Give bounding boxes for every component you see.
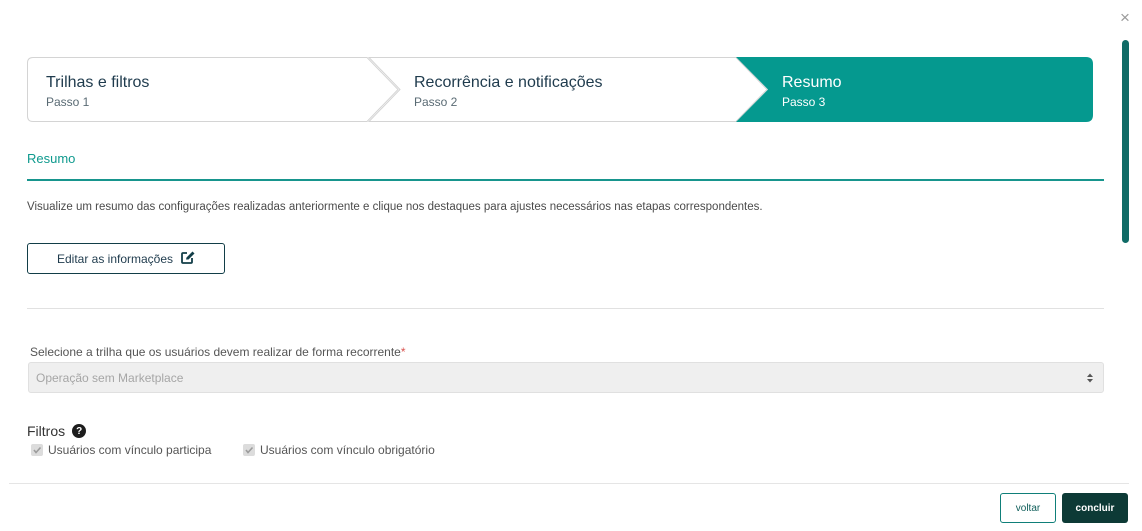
filter-option-label: Usuários com vínculo participa — [48, 443, 212, 457]
scrollbar[interactable] — [1122, 40, 1129, 243]
checkbox-checked-icon[interactable] — [243, 444, 255, 456]
stepper: Trilhas e filtros Passo 1 Recorrência e … — [27, 57, 1093, 122]
section-description: Visualize um resumo das configurações re… — [27, 201, 763, 213]
close-icon[interactable]: × — [1117, 9, 1133, 27]
step-1-subtitle: Passo 1 — [46, 95, 90, 109]
trail-select-label-text: Selecione a trilha que os usuários devem… — [30, 345, 401, 359]
edit-info-label: Editar as informações — [56, 251, 174, 266]
filter-option-participa[interactable]: Usuários com vínculo participa — [31, 443, 211, 457]
edit-icon — [181, 251, 195, 267]
back-button[interactable]: voltar — [1000, 493, 1056, 523]
step-2-title: Recorrência e notificações — [414, 74, 603, 91]
filter-option-label: Usuários com vínculo obrigatório — [260, 443, 435, 457]
trail-select[interactable]: Operação sem Marketplace — [28, 362, 1104, 393]
step-1-title: Trilhas e filtros — [46, 74, 150, 91]
section-title: Resumo — [27, 151, 76, 166]
step-3-subtitle: Passo 3 — [782, 95, 826, 109]
step-3-title: Resumo — [782, 74, 842, 91]
trail-select-value: Operação sem Marketplace — [36, 371, 184, 385]
required-mark: * — [400, 345, 406, 359]
divider — [27, 308, 1104, 309]
edit-info-button[interactable]: Editar as informações — [27, 243, 225, 274]
filters-label: Filtros — [27, 423, 66, 439]
select-arrows-icon — [1087, 373, 1093, 383]
checkbox-checked-icon[interactable] — [31, 444, 43, 456]
filters-heading: Filtros ? — [27, 423, 87, 439]
step-2-subtitle: Passo 2 — [414, 95, 458, 109]
footer-divider — [9, 483, 1129, 484]
filter-option-obrigatorio[interactable]: Usuários com vínculo obrigatório — [243, 443, 435, 457]
section-underline — [27, 179, 1104, 181]
trail-select-label: Selecione a trilha que os usuários devem… — [30, 345, 406, 359]
finish-button[interactable]: concluir — [1062, 493, 1128, 523]
question-circle-icon[interactable]: ? — [72, 424, 87, 438]
